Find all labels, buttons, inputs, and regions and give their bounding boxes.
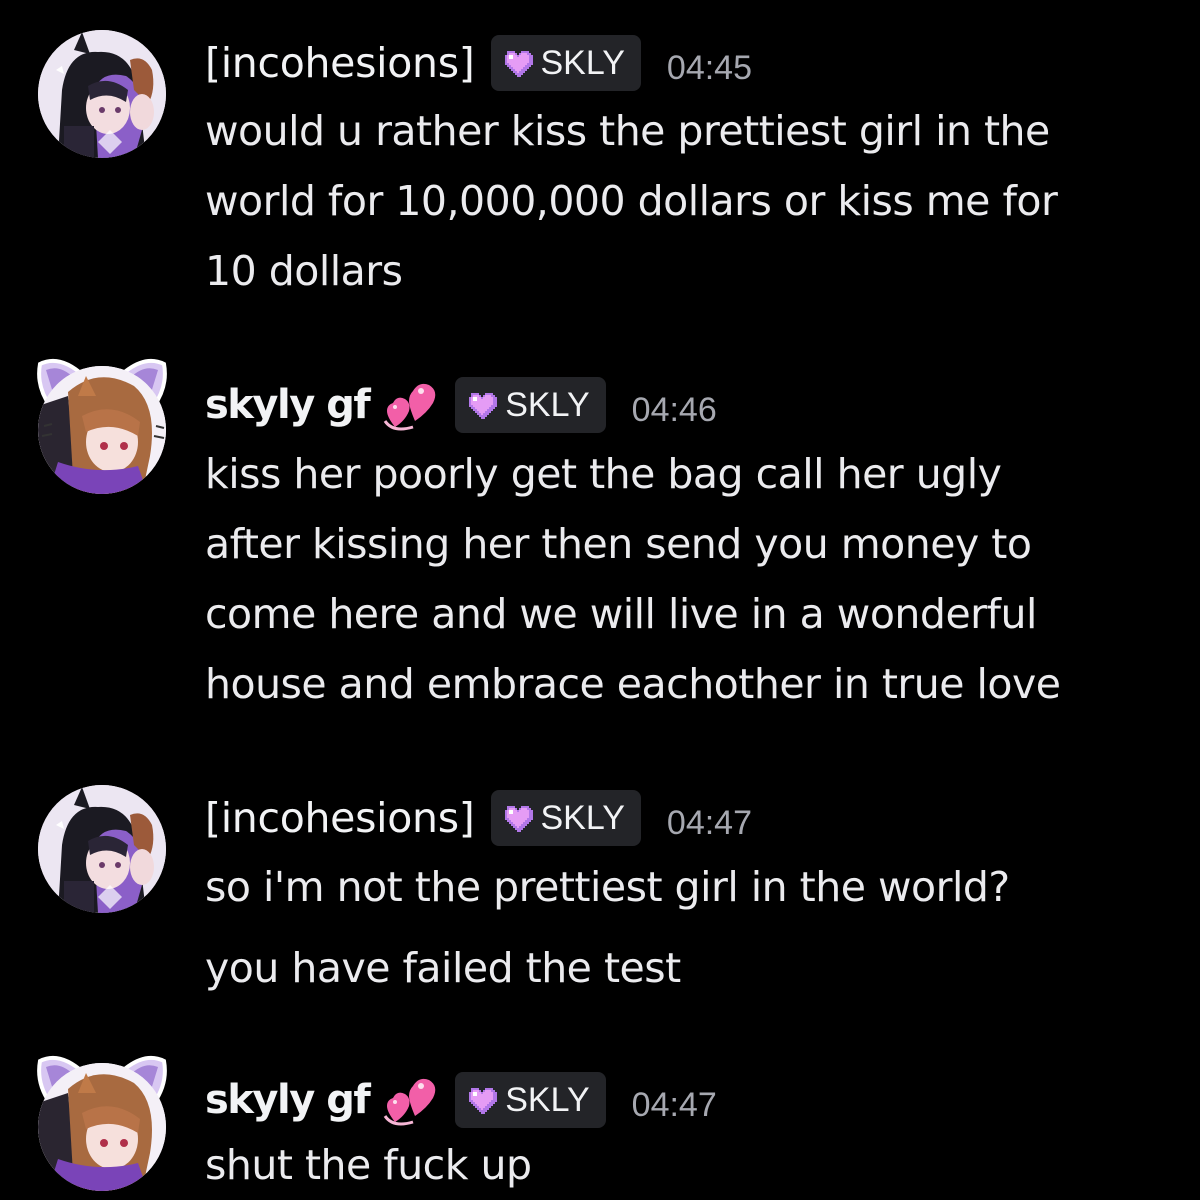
message-text: after kissing her then send you money to [205,520,1032,568]
clan-tag[interactable]: SKLY [490,790,641,846]
message-text: kiss her poorly get the bag call her ugl… [205,450,1002,498]
pixel-heart-icon [469,1088,498,1114]
tag-label: SKLY [505,1080,590,1119]
timestamp: 04:47 [666,803,753,842]
message-text: house and embrace eachother in true love [205,660,1061,708]
message-text: shut the fuck up [205,1141,532,1189]
pixel-heart-icon [469,393,498,419]
avatar[interactable] [38,785,166,913]
clan-tag[interactable]: SKLY [490,35,641,91]
timestamp: 04:45 [666,48,753,87]
timestamp: 04:47 [631,1085,717,1124]
message-text: so i'm not the prettiest girl in the wor… [205,863,1010,911]
clan-tag[interactable]: SKLY [455,1072,606,1128]
message-content: kiss her poorly get the bag call her ugl… [205,439,1165,719]
username[interactable]: [incohesions] [205,794,475,842]
message-header: skyly gf SKLY 04:47 [205,1068,717,1132]
username[interactable]: skyly gf [205,1077,371,1123]
message-header: [incohesions] SKLY 04:47 [205,786,752,850]
username[interactable]: [incohesions] [205,39,475,87]
tag-label: SKLY [540,43,625,82]
message-content: would u rather kiss the prettiest girl i… [205,96,1165,306]
tag-label: SKLY [505,385,590,424]
pixel-heart-icon [504,51,533,77]
message-header: skyly gf SKLY 04:46 [205,373,717,437]
message-text: come here and we will live in a wonderfu… [205,590,1037,638]
message-text: 10 dollars [205,247,403,295]
two-hearts-icon [383,383,436,431]
username[interactable]: skyly gf [205,382,371,428]
message-text: world for 10,000,000 dollars or kiss me … [205,177,1058,225]
timestamp: 04:46 [631,390,717,429]
pixel-heart-icon [504,806,533,832]
message-text: would u rather kiss the prettiest girl i… [205,107,1050,155]
message-text: you have failed the test [205,944,681,992]
avatar[interactable] [38,30,166,158]
message-content: so i'm not the prettiest girl in the wor… [205,852,1165,1003]
message-header: [incohesions] SKLY 04:45 [205,31,752,95]
clan-tag[interactable]: SKLY [455,377,606,433]
two-hearts-icon [383,1078,436,1126]
message-content: shut the fuck up [205,1130,1165,1200]
avatar[interactable] [38,366,166,494]
tag-label: SKLY [540,798,625,837]
